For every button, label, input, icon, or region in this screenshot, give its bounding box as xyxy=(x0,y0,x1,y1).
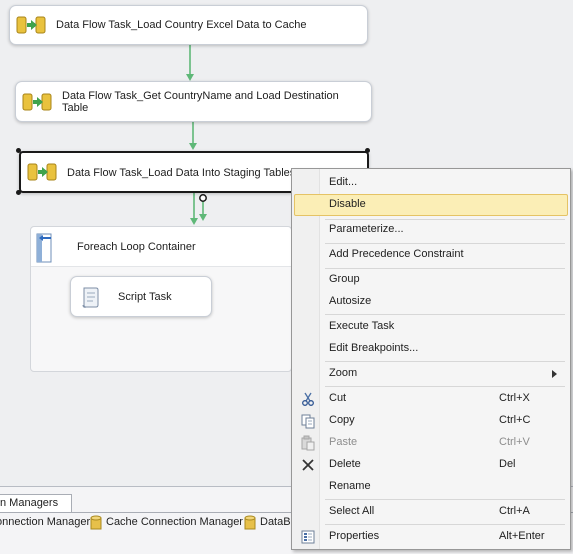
connection-managers-tab[interactable]: n Managers xyxy=(0,494,72,512)
foreach-loop-icon xyxy=(36,233,52,263)
properties-icon xyxy=(301,530,315,544)
data-flow-task-icon xyxy=(16,16,46,34)
cache-connection-manager-item[interactable]: Cache Connection Manager xyxy=(90,515,243,531)
menu-item-disable[interactable]: Disable xyxy=(294,194,568,216)
selection-handle[interactable] xyxy=(16,148,21,153)
script-task-label: Script Task xyxy=(118,291,172,303)
menu-item-label: Select All xyxy=(329,505,375,517)
menu-item-label: Cut xyxy=(329,392,347,404)
tab-label: n Managers xyxy=(0,497,59,509)
container-header[interactable]: Foreach Loop Container xyxy=(31,227,291,267)
cache-connection-manager-label: Cache Connection Manager xyxy=(106,516,243,528)
menu-separator xyxy=(325,499,565,500)
data-flow-task-icon xyxy=(27,163,57,181)
menu-item-shortcut: Ctrl+C xyxy=(499,414,531,426)
cylinder-icon xyxy=(244,515,256,530)
task-label: Data Flow Task_Load Data Into Staging Ta… xyxy=(67,167,296,179)
scissors-icon xyxy=(302,392,314,406)
connection-manager-label: onnection Manager xyxy=(0,516,91,528)
menu-item-label: Properties xyxy=(329,530,380,542)
container-title: Foreach Loop Container xyxy=(77,241,196,253)
menu-item-label: Zoom xyxy=(329,367,358,379)
menu-item-label: Rename xyxy=(329,480,371,492)
submenu-arrow-icon xyxy=(552,370,557,378)
menu-item-shortcut: Ctrl+X xyxy=(499,392,530,404)
menu-item-label: Disable xyxy=(329,198,366,210)
menu-item-copy[interactable]: Copy Ctrl+C xyxy=(294,410,568,432)
selection-handle[interactable] xyxy=(16,190,21,195)
copy-icon xyxy=(301,414,315,429)
task-label: Data Flow Task_Load Country Excel Data t… xyxy=(56,19,307,31)
context-menu: Edit... Disable Parameterize... Add Prec… xyxy=(291,168,571,550)
menu-item-delete[interactable]: Delete Del xyxy=(294,454,568,476)
delete-x-icon xyxy=(302,459,314,471)
menu-separator xyxy=(325,314,565,315)
menu-item-label: Autosize xyxy=(329,295,372,307)
menu-item-autosize[interactable]: Autosize xyxy=(294,291,568,313)
menu-item-execute-task[interactable]: Execute Task xyxy=(294,316,568,338)
cylinder-icon xyxy=(90,515,102,530)
menu-item-shortcut: Ctrl+V xyxy=(499,436,530,448)
task-label: Data Flow Task_Get CountryName and Load … xyxy=(62,90,339,114)
menu-item-edit[interactable]: Edit... xyxy=(294,172,568,194)
menu-item-label: Edit Breakpoints... xyxy=(329,342,419,354)
menu-item-label: Delete xyxy=(329,458,361,470)
script-task-icon xyxy=(82,287,99,308)
menu-item-label: Paste xyxy=(329,436,358,448)
menu-separator xyxy=(325,524,565,525)
menu-item-label: Add Precedence Constraint xyxy=(329,248,464,260)
menu-item-shortcut: Alt+Enter xyxy=(499,530,545,542)
menu-item-cut[interactable]: Cut Ctrl+X xyxy=(294,388,568,410)
menu-item-label: Group xyxy=(329,273,360,285)
menu-separator xyxy=(325,386,565,387)
data-flow-task-get-countryname[interactable]: Data Flow Task_Get CountryName and Load … xyxy=(15,81,372,122)
menu-item-shortcut: Del xyxy=(499,458,516,470)
menu-item-shortcut: Ctrl+A xyxy=(499,505,530,517)
menu-item-paste[interactable]: Paste Ctrl+V xyxy=(294,432,568,454)
menu-item-add-precedence-constraint[interactable]: Add Precedence Constraint xyxy=(294,244,568,266)
menu-item-rename[interactable]: Rename xyxy=(294,476,568,498)
menu-item-group[interactable]: Group xyxy=(294,269,568,291)
foreach-loop-container[interactable]: Foreach Loop Container Script Task xyxy=(30,226,292,372)
menu-item-zoom[interactable]: Zoom xyxy=(294,363,568,385)
selection-handle[interactable] xyxy=(365,148,370,153)
paste-icon xyxy=(301,435,315,451)
data-flow-task-load-country-cache[interactable]: Data Flow Task_Load Country Excel Data t… xyxy=(9,5,368,45)
menu-item-label: Execute Task xyxy=(329,320,395,332)
menu-item-parameterize[interactable]: Parameterize... xyxy=(294,219,568,241)
menu-item-properties[interactable]: Properties Alt+Enter xyxy=(294,526,568,548)
menu-separator xyxy=(325,361,565,362)
menu-item-edit-breakpoints[interactable]: Edit Breakpoints... xyxy=(294,338,568,360)
data-flow-task-icon xyxy=(22,93,52,110)
menu-item-select-all[interactable]: Select All Ctrl+A xyxy=(294,501,568,523)
menu-item-label: Edit... xyxy=(329,176,358,188)
menu-item-label: Parameterize... xyxy=(329,223,404,235)
script-task[interactable]: Script Task xyxy=(70,276,212,317)
menu-item-label: Copy xyxy=(329,414,355,426)
